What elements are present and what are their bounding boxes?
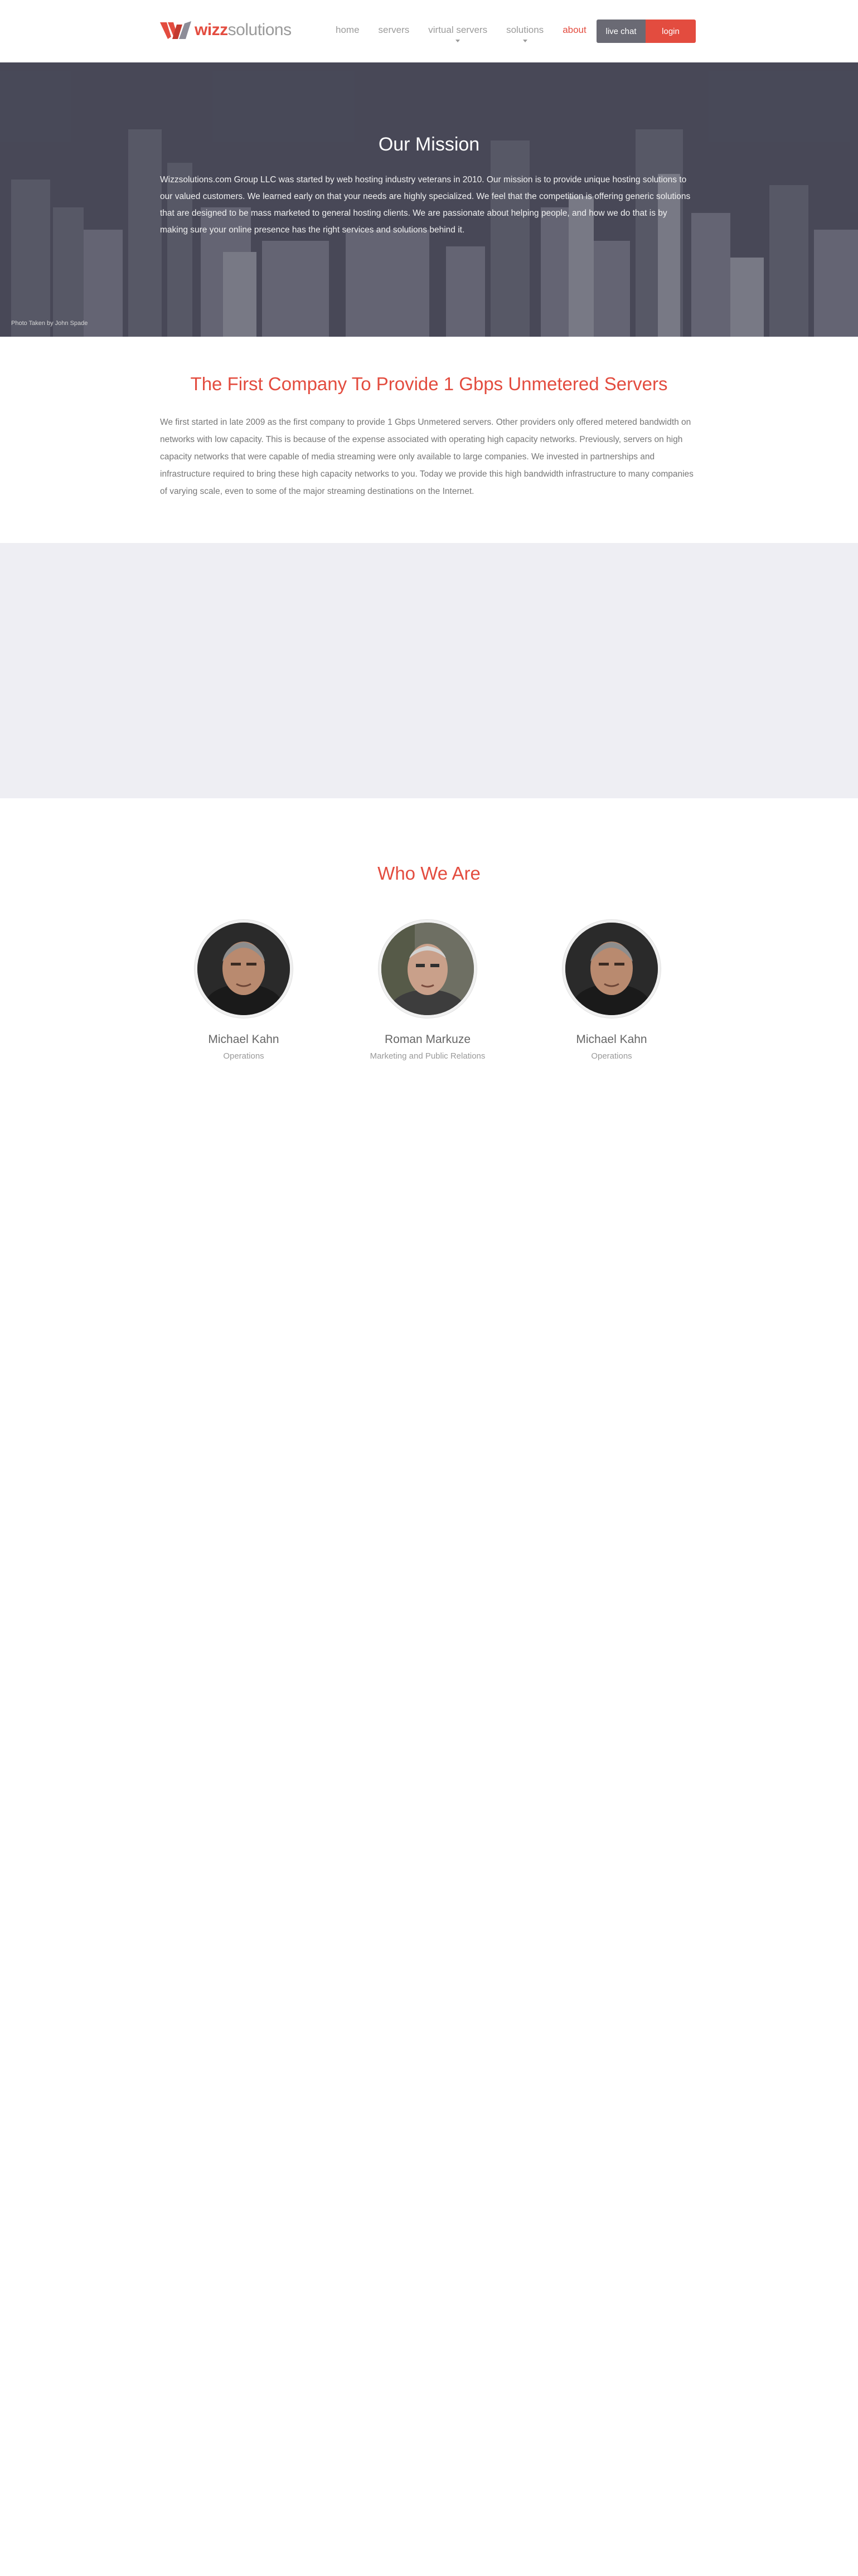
caret-down-icon: [522, 40, 527, 42]
nav-item-servers[interactable]: servers: [379, 25, 410, 36]
member-name: Michael Kahn: [208, 1033, 279, 1046]
first-company-heading: The First Company To Provide 1 Gbps Unme…: [190, 373, 668, 394]
avatar: [195, 920, 293, 1018]
portrait-image: [565, 923, 658, 1015]
nav-item-label: virtual servers: [428, 25, 488, 35]
logo-mark-icon: [160, 21, 191, 39]
portrait-image: [381, 923, 474, 1015]
nav-item-virtual-servers[interactable]: virtual servers: [428, 25, 488, 42]
live-chat-button[interactable]: live chat: [597, 20, 646, 43]
member-role: Marketing and Public Relations: [370, 1051, 486, 1061]
nav-item-about[interactable]: about: [563, 25, 586, 36]
photo-credit: Photo Taken by John Spade: [11, 320, 88, 327]
grey-band: [0, 543, 858, 798]
logo-text: wizzsolutions: [195, 21, 292, 40]
first-company-text: We first started in late 2009 as the fir…: [160, 418, 694, 496]
member-name: Michael Kahn: [576, 1033, 647, 1046]
avatar: [563, 920, 661, 1018]
who-we-are-heading: Who We Are: [377, 863, 481, 884]
page-title: Our Mission: [378, 134, 480, 155]
nav-item-label: servers: [378, 25, 410, 35]
mission-text: Wizzsolutions.com Group LLC was started …: [160, 175, 691, 235]
nav-item-label: about: [563, 25, 586, 35]
member-name: Roman Markuze: [384, 1033, 471, 1046]
hero-section: Our Mission Wizzsolutions.com Group LLC …: [0, 62, 858, 337]
site-header: wizzsolutions home servers virtual serve…: [0, 0, 858, 62]
main-nav: home servers virtual servers solutions a…: [336, 25, 605, 42]
nav-item-home[interactable]: home: [336, 25, 360, 36]
logo-word-1: wizz: [195, 21, 228, 39]
nav-item-label: home: [336, 25, 360, 35]
logo[interactable]: wizzsolutions: [160, 19, 292, 41]
member-role: Operations: [223, 1051, 264, 1061]
login-button[interactable]: login: [646, 20, 696, 43]
logo-word-2: solutions: [227, 21, 292, 39]
caret-down-icon: [455, 40, 460, 42]
nav-item-solutions[interactable]: solutions: [506, 25, 544, 42]
member-role: Operations: [591, 1051, 632, 1061]
avatar: [379, 920, 477, 1018]
portrait-image: [197, 923, 290, 1015]
nav-item-label: solutions: [506, 25, 544, 35]
